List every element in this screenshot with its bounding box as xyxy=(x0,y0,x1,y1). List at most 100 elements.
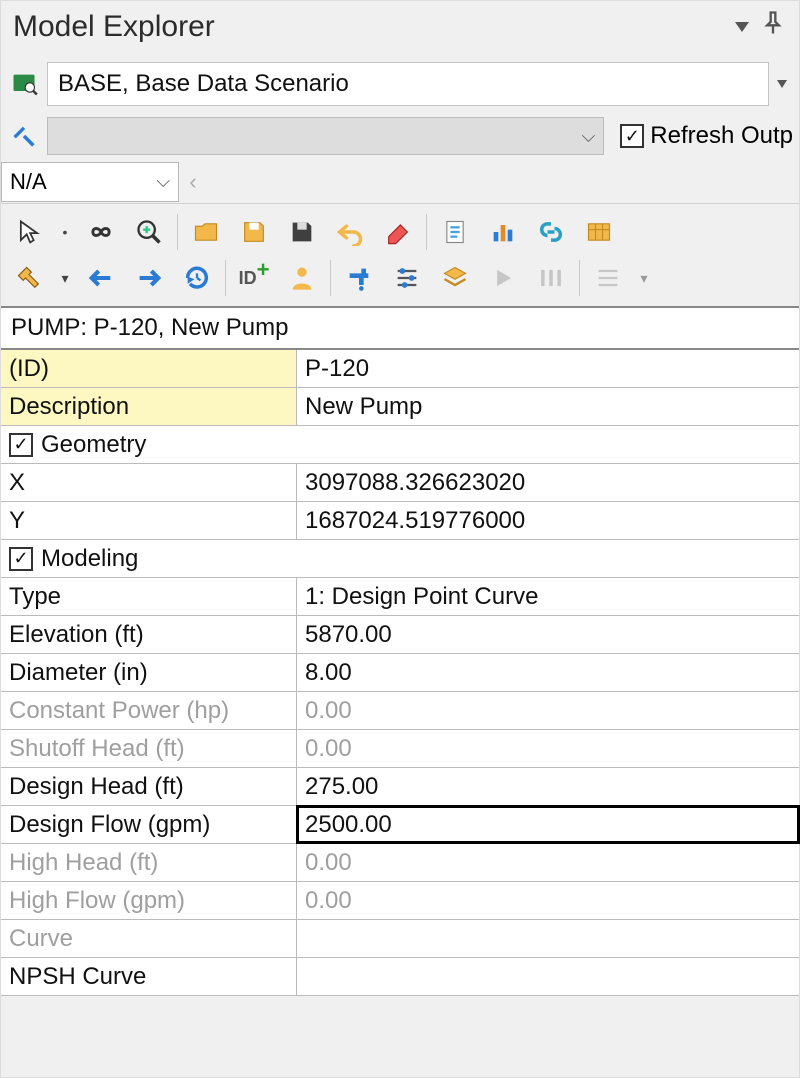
nav-back-button[interactable]: ‹ xyxy=(179,169,207,195)
prop-value-shutoff-head: 0.00 xyxy=(297,730,799,767)
prop-value-constant-power: 0.00 xyxy=(297,692,799,729)
toolbar-divider xyxy=(225,260,226,296)
property-grid: (ID) P-120 Description New Pump ✓ Geomet… xyxy=(1,350,799,996)
checkbox-icon: ✓ xyxy=(620,124,644,148)
checkbox-icon[interactable]: ✓ xyxy=(9,433,33,457)
prop-value-type[interactable]: 1: Design Point Curve xyxy=(297,578,799,615)
prop-label-diameter: Diameter (in) xyxy=(1,654,297,691)
undo-icon[interactable] xyxy=(328,210,372,254)
section-modeling-label: Modeling xyxy=(41,545,138,573)
prop-row-design-head[interactable]: Design Head (ft) 275.00 xyxy=(1,768,799,806)
prop-row-id[interactable]: (ID) P-120 xyxy=(1,350,799,388)
prop-row-curve[interactable]: Curve xyxy=(1,920,799,958)
toolbar-divider xyxy=(177,214,178,250)
person-icon[interactable] xyxy=(280,256,324,300)
prop-row-description[interactable]: Description New Pump xyxy=(1,388,799,426)
element-name-label: PUMP: P-120, New Pump xyxy=(1,306,799,350)
dropdown-dot-icon[interactable]: ▾ xyxy=(634,256,654,300)
save-icon[interactable] xyxy=(232,210,276,254)
model-explorer-panel: Model Explorer BASE, Base Data Scenario xyxy=(0,0,800,1078)
layers-icon[interactable] xyxy=(433,256,477,300)
prop-row-elevation[interactable]: Elevation (ft) 5870.00 xyxy=(1,616,799,654)
na-selector[interactable]: N/A ⌵ xyxy=(1,162,179,202)
id-plus-icon[interactable]: ID+ xyxy=(232,256,276,300)
toolbar-divider xyxy=(426,214,427,250)
prop-value-design-flow[interactable]: 2500.00 xyxy=(297,806,799,843)
prop-value-diameter[interactable]: 8.00 xyxy=(297,654,799,691)
prop-row-high-head: High Head (ft) 0.00 xyxy=(1,844,799,882)
secondary-selector[interactable]: ⌵ xyxy=(47,117,604,155)
scenario-dropdown-icon[interactable] xyxy=(775,80,793,88)
pin-icon[interactable] xyxy=(759,9,787,44)
dropdown-dot-icon[interactable]: • xyxy=(55,210,75,254)
prop-row-x[interactable]: X 3097088.326623020 xyxy=(1,464,799,502)
data-table-icon[interactable] xyxy=(577,210,621,254)
chevron-down-icon: ⌵ xyxy=(156,171,170,192)
refresh-row: ⌵ ✓ Refresh Outp xyxy=(1,112,799,160)
toolbar-row-1: • xyxy=(1,204,799,256)
prop-label-id: (ID) xyxy=(1,350,297,387)
scenario-row: BASE, Base Data Scenario xyxy=(1,56,799,112)
chevron-down-icon: ⌵ xyxy=(582,126,596,147)
prop-value-design-head[interactable]: 275.00 xyxy=(297,768,799,805)
link-icon[interactable] xyxy=(529,210,573,254)
history-icon[interactable] xyxy=(175,256,219,300)
panel-header: Model Explorer xyxy=(1,1,799,56)
faucet-icon[interactable] xyxy=(337,256,381,300)
refresh-output-checkbox[interactable]: ✓ Refresh Outp xyxy=(620,122,793,150)
prop-value-id[interactable]: P-120 xyxy=(297,350,799,387)
prop-label-design-head: Design Head (ft) xyxy=(1,768,297,805)
prop-value-y[interactable]: 1687024.519776000 xyxy=(297,502,799,539)
hammer-icon[interactable] xyxy=(7,256,51,300)
prop-row-npsh-curve[interactable]: NPSH Curve xyxy=(1,958,799,996)
save-dark-icon[interactable] xyxy=(280,210,324,254)
infinity-icon[interactable] xyxy=(79,210,123,254)
prop-label-shutoff-head: Shutoff Head (ft) xyxy=(1,730,297,767)
prop-row-design-flow[interactable]: Design Flow (gpm) 2500.00 xyxy=(1,806,799,844)
prop-label-constant-power: Constant Power (hp) xyxy=(1,692,297,729)
refresh-output-label: Refresh Outp xyxy=(650,122,793,150)
prop-value-high-head: 0.00 xyxy=(297,844,799,881)
prop-row-diameter[interactable]: Diameter (in) 8.00 xyxy=(1,654,799,692)
play-icon[interactable] xyxy=(481,256,525,300)
prop-value-description[interactable]: New Pump xyxy=(297,388,799,425)
prop-value-x[interactable]: 3097088.326623020 xyxy=(297,464,799,501)
eraser-icon[interactable] xyxy=(376,210,420,254)
prop-value-high-flow: 0.00 xyxy=(297,882,799,919)
arrow-right-icon[interactable] xyxy=(127,256,171,300)
scenario-icon[interactable] xyxy=(7,67,41,101)
na-value: N/A xyxy=(10,169,47,195)
dropdown-dot-icon[interactable]: ▾ xyxy=(55,256,75,300)
prop-label-design-flow: Design Flow (gpm) xyxy=(1,806,297,843)
prop-label-high-flow: High Flow (gpm) xyxy=(1,882,297,919)
na-row: N/A ⌵ ‹ xyxy=(1,160,799,204)
scenario-selector[interactable]: BASE, Base Data Scenario xyxy=(47,62,769,106)
prop-row-constant-power: Constant Power (hp) 0.00 xyxy=(1,692,799,730)
prop-row-y[interactable]: Y 1687024.519776000 xyxy=(1,502,799,540)
pointer-icon[interactable] xyxy=(7,210,51,254)
folder-open-icon[interactable] xyxy=(184,210,228,254)
toolbar-divider xyxy=(330,260,331,296)
bar-chart-icon[interactable] xyxy=(481,210,525,254)
prop-row-shutoff-head: Shutoff Head (ft) 0.00 xyxy=(1,730,799,768)
prop-value-elevation[interactable]: 5870.00 xyxy=(297,616,799,653)
arrow-left-icon[interactable] xyxy=(79,256,123,300)
sliders-icon[interactable] xyxy=(385,256,429,300)
tools-icon[interactable] xyxy=(7,119,41,153)
list-settings-icon[interactable] xyxy=(586,256,630,300)
settings-bars-icon[interactable] xyxy=(529,256,573,300)
prop-label-curve: Curve xyxy=(1,920,297,957)
toolbar-row-2: ▾ ID+ xyxy=(1,256,799,306)
prop-value-curve[interactable] xyxy=(297,920,799,957)
zoom-in-icon[interactable] xyxy=(127,210,171,254)
prop-row-type[interactable]: Type 1: Design Point Curve xyxy=(1,578,799,616)
prop-value-npsh-curve[interactable] xyxy=(297,958,799,995)
panel-menu-icon[interactable] xyxy=(735,22,749,32)
prop-label-y: Y xyxy=(1,502,297,539)
report-icon[interactable] xyxy=(433,210,477,254)
checkbox-icon[interactable]: ✓ xyxy=(9,547,33,571)
section-modeling[interactable]: ✓ Modeling xyxy=(1,540,799,578)
prop-row-high-flow: High Flow (gpm) 0.00 xyxy=(1,882,799,920)
section-geometry[interactable]: ✓ Geometry xyxy=(1,426,799,464)
prop-label-x: X xyxy=(1,464,297,501)
